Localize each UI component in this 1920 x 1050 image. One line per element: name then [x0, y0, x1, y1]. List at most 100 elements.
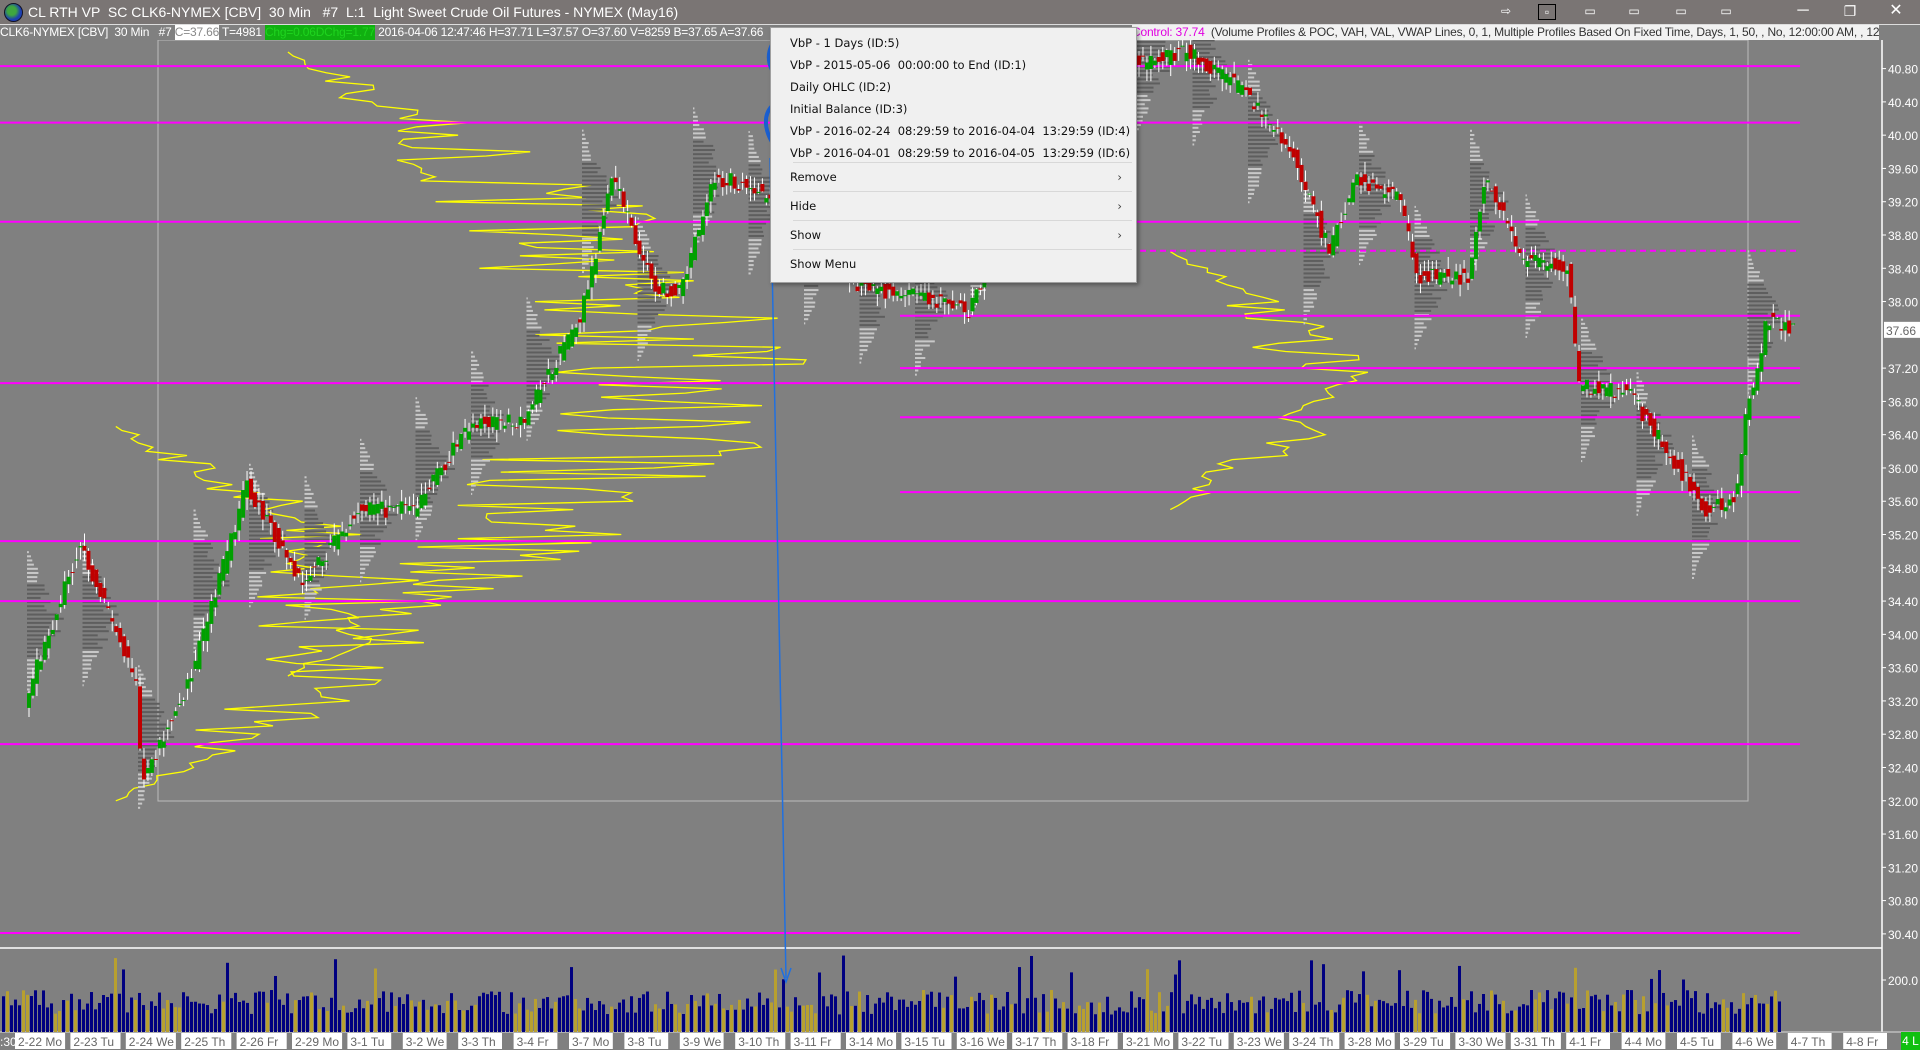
candle-body	[1668, 456, 1673, 459]
daily-volume-profile	[249, 472, 255, 475]
volume-bar	[1322, 964, 1325, 1032]
menu-item-study[interactable]: VbP - 1 Days (ID:5)	[771, 32, 1136, 54]
candle-body	[1366, 183, 1371, 192]
candle-body	[1703, 501, 1708, 517]
daily-volume-profile	[249, 584, 263, 587]
menu-item-study[interactable]: Initial Balance (ID:3)	[771, 98, 1136, 120]
daily-volume-profile	[193, 642, 198, 645]
volume-bar	[1210, 997, 1213, 1032]
candle-body	[1557, 259, 1562, 271]
volume-bar	[202, 1003, 205, 1032]
daily-volume-profile	[1747, 337, 1764, 340]
daily-volume-profile	[304, 484, 310, 487]
candle-body	[1525, 261, 1530, 267]
menu-item-study[interactable]: VbP - 2016-02-24 08:29:59 to 2016-04-04 …	[771, 120, 1136, 142]
volume-bar	[1158, 992, 1161, 1032]
daily-volume-profile	[415, 443, 432, 445]
daily-volume-profile	[360, 472, 373, 475]
candle-body	[574, 327, 579, 337]
attach-icon[interactable]: ⇨	[1498, 4, 1514, 18]
menu-item-study[interactable]: VbP - 2015-05-06 00:00:00 to End (ID:1)	[771, 54, 1136, 76]
daily-volume-profile	[1692, 572, 1696, 575]
volume-bar	[154, 1005, 157, 1032]
volume-bar	[278, 999, 281, 1032]
volume-bar	[1274, 997, 1277, 1032]
volume-bar	[750, 1006, 753, 1032]
menu-item-study[interactable]: Daily OHLC (ID:2)	[771, 76, 1136, 98]
candle-body	[720, 178, 725, 188]
candle-body	[1497, 202, 1502, 210]
tile-2-icon[interactable]: ▭	[1626, 4, 1642, 18]
candle-body	[1248, 87, 1252, 95]
daily-volume-profile	[471, 359, 478, 362]
daily-volume-profile	[1581, 426, 1595, 429]
price-tick-label: 34.80	[1888, 562, 1918, 576]
volume-bar	[574, 998, 577, 1032]
pin-icon[interactable]: ▫	[1538, 4, 1556, 20]
volume-bar	[350, 1012, 353, 1032]
volume-bar	[602, 1004, 605, 1032]
daily-volume-profile	[1192, 43, 1211, 46]
volume-bar	[1338, 1004, 1341, 1032]
daily-volume-profile	[1303, 309, 1310, 312]
candle-body	[474, 424, 479, 428]
menu-item-study[interactable]: VbP - 2016-04-01 08:29:59 to 2016-04-05 …	[771, 142, 1136, 164]
daily-volume-profile	[27, 596, 41, 599]
restore-icon[interactable]: ❐	[1842, 4, 1858, 18]
study-parameters: (Volume Profiles & POC, VAH, VAL, VWAP L…	[1204, 25, 1880, 39]
volume-bar	[946, 996, 949, 1032]
candle-body	[1208, 60, 1213, 74]
volume-bar	[1082, 1008, 1085, 1032]
tile-3-icon[interactable]: ▭	[1673, 4, 1689, 18]
candle-body	[324, 560, 329, 562]
daily-volume-profile	[693, 149, 716, 152]
daily-volume-profile	[1525, 277, 1550, 280]
volume-bar	[1514, 1010, 1517, 1032]
daily-volume-profile	[748, 259, 754, 262]
menu-item-label: VbP - 2015-05-06 00:00:00 to End (ID:1)	[790, 58, 1027, 72]
close-icon[interactable]: ✕	[1888, 3, 1904, 19]
candle-body	[1251, 106, 1256, 110]
candle-body	[724, 182, 729, 186]
daily-volume-profile	[1414, 347, 1416, 350]
volume-bar	[338, 1010, 341, 1032]
candle-body	[367, 502, 372, 515]
candle-body	[1787, 320, 1792, 334]
menu-item-show[interactable]: Show ›	[771, 224, 1136, 246]
candle-body	[593, 258, 598, 275]
tile-4-icon[interactable]: ▭	[1718, 4, 1734, 18]
daily-volume-profile	[471, 492, 473, 495]
daily-volume-profile	[249, 571, 267, 574]
daily-volume-profile	[582, 133, 585, 136]
candle-body	[1517, 248, 1522, 253]
menu-item-remove[interactable]: Remove ›	[771, 166, 1136, 188]
menu-item-hide[interactable]: Hide ›	[771, 195, 1136, 217]
menu-item-show-menu[interactable]: Show Menu	[771, 253, 1136, 275]
candle-body	[1176, 47, 1181, 50]
tile-1-icon[interactable]: ▭	[1582, 4, 1598, 18]
daily-volume-profile	[748, 160, 761, 163]
daily-volume-profile	[1192, 135, 1196, 138]
candle-body	[1723, 507, 1728, 512]
candle-body	[1620, 392, 1625, 395]
volume-bar	[1774, 990, 1777, 1032]
volume-bar	[130, 997, 133, 1032]
daily-volume-profile	[193, 542, 212, 545]
daily-volume-profile	[1137, 94, 1148, 97]
daily-volume-profile	[471, 434, 495, 437]
volume-bar	[498, 991, 501, 1032]
volume-bar	[1522, 1004, 1525, 1032]
candle-body	[379, 501, 384, 509]
volume-bar	[762, 1004, 765, 1032]
daily-volume-profile	[804, 301, 816, 304]
candle-body	[431, 474, 436, 482]
candle-body	[708, 184, 713, 202]
daily-volume-profile	[304, 488, 311, 491]
minimize-icon[interactable]: ─	[1795, 3, 1811, 19]
volume-bar	[1622, 994, 1625, 1032]
daily-volume-profile	[1470, 142, 1476, 145]
volume-bar	[242, 1000, 245, 1032]
volume-bar	[1598, 999, 1601, 1032]
candle-body	[332, 535, 337, 546]
daily-volume-profile	[360, 480, 382, 483]
